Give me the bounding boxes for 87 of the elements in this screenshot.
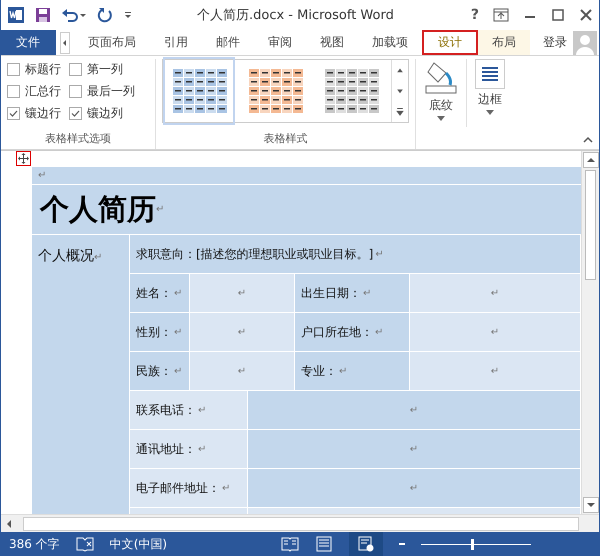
- word-count[interactable]: 386 个字: [9, 536, 60, 552]
- field-label: 民族：: [136, 362, 172, 380]
- language-indicator[interactable]: 中文(中国): [110, 536, 168, 552]
- ribbon-tab[interactable]: 加载项: [358, 30, 422, 55]
- undo-icon[interactable]: [61, 7, 87, 23]
- paragraph-mark: ↵: [375, 326, 384, 338]
- group-label: 表格样式: [262, 131, 308, 147]
- paragraph-mark: ↵: [238, 288, 246, 298]
- read-mode-icon[interactable]: [281, 536, 299, 552]
- ribbon-tab[interactable]: 审阅: [254, 30, 306, 55]
- ribbon-tab[interactable]: 设计: [422, 30, 478, 55]
- ribbon-tab[interactable]: 布局: [478, 30, 530, 55]
- scroll-left-icon[interactable]: [60, 32, 70, 54]
- paragraph-mark: ↵: [363, 288, 372, 298]
- table-move-handle-icon[interactable]: [16, 151, 31, 166]
- paragraph-mark: ↵: [174, 326, 182, 338]
- customize-icon[interactable]: [123, 10, 133, 20]
- field-label: 联系电话：: [136, 402, 196, 418]
- window-title: 个人简历.docx - Microsoft Word: [197, 7, 395, 24]
- sign-in-link[interactable]: 登录: [537, 34, 573, 51]
- paragraph-mark: ↵: [222, 482, 230, 494]
- table-style-thumbnail[interactable]: [163, 57, 235, 125]
- checkbox-box-icon[interactable]: [69, 63, 82, 76]
- paragraph-mark: ↵: [198, 444, 206, 454]
- paragraph-mark: ↵: [38, 170, 46, 181]
- checkbox-box-icon[interactable]: [7, 63, 20, 76]
- paragraph-mark: ↵: [174, 288, 182, 298]
- field-label: 通讯地址：: [136, 440, 196, 458]
- checkbox-box-icon[interactable]: [69, 85, 82, 98]
- paragraph-mark: ↵: [490, 326, 500, 338]
- field-label: 专业：: [301, 362, 337, 380]
- redo-icon[interactable]: [97, 7, 113, 23]
- ribbon-tab[interactable]: 视图: [306, 30, 358, 55]
- section-label: 个人概况: [38, 248, 94, 264]
- close-icon[interactable]: [579, 8, 593, 22]
- paragraph-mark: ↵: [94, 252, 102, 263]
- ribbon-tab[interactable]: 引用: [150, 30, 202, 55]
- paragraph-mark: ↵: [410, 482, 418, 494]
- save-icon[interactable]: [35, 7, 51, 23]
- field-label: 电子邮件地址：: [136, 480, 220, 496]
- checkbox[interactable]: 镶边列: [69, 105, 149, 122]
- borders-button[interactable]: 边框: [466, 59, 513, 127]
- borders-icon: [475, 59, 505, 89]
- field-label: 出生日期：: [301, 284, 361, 302]
- paragraph-mark: ↵: [198, 404, 206, 416]
- collapse-ribbon-icon[interactable]: [583, 136, 593, 143]
- ribbon-tab[interactable]: 邮件: [202, 30, 254, 55]
- scroll-up-icon[interactable]: [582, 152, 598, 168]
- document-title: 个人简历: [40, 190, 156, 228]
- file-tab[interactable]: 文件: [1, 30, 56, 55]
- proofing-icon[interactable]: [76, 536, 94, 552]
- paragraph-mark: ↵: [490, 366, 500, 376]
- checkbox[interactable]: 标题行: [7, 61, 69, 78]
- paragraph-mark: ↵: [238, 366, 246, 376]
- checkbox-box-icon[interactable]: [7, 107, 20, 120]
- word-logo-icon[interactable]: [7, 6, 25, 24]
- web-layout-icon[interactable]: [357, 536, 375, 552]
- shading-button[interactable]: 底纹: [416, 59, 466, 127]
- scrollbar-thumb[interactable]: [585, 170, 596, 280]
- checkbox[interactable]: 汇总行: [7, 83, 69, 100]
- paragraph-mark: ↵: [410, 404, 418, 416]
- paragraph-mark: ↵: [339, 366, 348, 376]
- checkbox[interactable]: 最后一列: [69, 83, 149, 100]
- scroll-down-icon[interactable]: [582, 497, 598, 513]
- help-button[interactable]: ?: [470, 7, 479, 23]
- ribbon-tab[interactable]: 页面布局: [74, 30, 150, 55]
- checkbox[interactable]: 镶边行: [7, 105, 69, 122]
- paragraph-mark: ↵: [410, 444, 418, 454]
- paragraph-mark: ↵: [174, 366, 182, 376]
- group-label: 表格样式选项: [44, 131, 112, 147]
- field-label: 姓名：: [136, 284, 172, 302]
- scrollbar-thumb[interactable]: [23, 516, 579, 530]
- field-label: 求职意向：[描述您的理想职业或职业目标。]: [136, 246, 374, 262]
- ribbon-display-icon[interactable]: [493, 8, 509, 22]
- caret-icon: [437, 116, 445, 121]
- print-layout-icon[interactable]: [315, 536, 333, 552]
- maximize-icon[interactable]: [551, 8, 565, 22]
- paragraph-mark: ↵: [375, 248, 384, 260]
- field-label: 户口所在地：: [301, 324, 373, 340]
- paragraph-mark: ↵: [238, 326, 246, 338]
- checkbox-box-icon[interactable]: [7, 85, 20, 98]
- paragraph-mark: ↵: [156, 204, 164, 215]
- caret-icon: [486, 110, 494, 115]
- checkbox-box-icon[interactable]: [69, 107, 82, 120]
- checkbox[interactable]: 第一列: [69, 61, 149, 78]
- paragraph-mark: ↵: [490, 288, 500, 298]
- field-label: 性别：: [136, 324, 172, 340]
